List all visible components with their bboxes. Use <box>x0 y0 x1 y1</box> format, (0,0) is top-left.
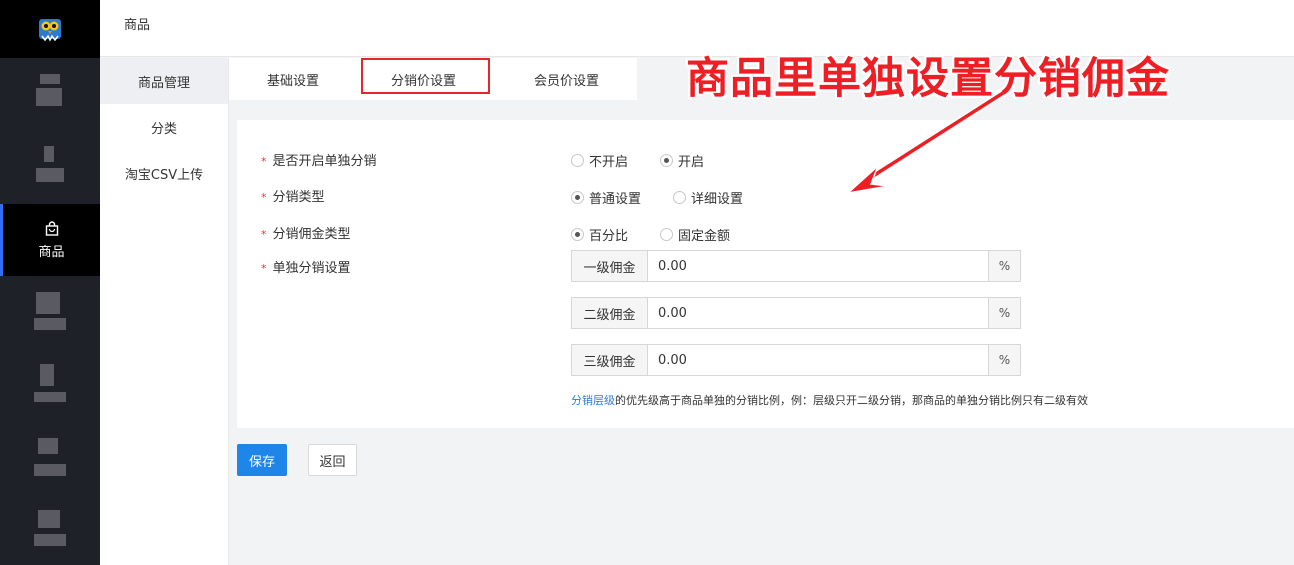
form-panel: * 是否开启单独分销 不开启 开启 * 分销类型 普通设置 详细设置 * 分销佣金类型… <box>237 120 1294 428</box>
subnav-item-taobao-csv[interactable]: 淘宝CSV上传 <box>100 150 228 196</box>
distribution-level-link[interactable]: 分销层级 <box>571 394 615 407</box>
annotation-callout: 商品里单独设置分销佣金 <box>686 54 1170 104</box>
radio-fixed[interactable]: 固定金额 <box>660 225 730 244</box>
sidebar-item-blurred-5[interactable] <box>0 424 100 494</box>
required-mark: * <box>261 262 267 275</box>
radio-circle-checked <box>660 154 674 167</box>
radio-group-commission-type: 百分比 固定金额 <box>571 225 762 244</box>
label-commission-type: * 分销佣金类型 <box>261 223 351 242</box>
sidebar-item-blurred-3[interactable] <box>0 280 100 350</box>
sidebar-item-blurred-1[interactable] <box>0 58 100 130</box>
radio-percent-label: 百分比 <box>589 229 629 244</box>
radio-circle <box>571 154 584 167</box>
sub-navigation: 商品管理 分类 淘宝CSV上传 <box>100 58 229 565</box>
tab-basic-settings[interactable]: 基础设置 <box>229 58 358 100</box>
commission-level-3-prefix: 三级佣金 <box>572 345 648 375</box>
percent-suffix: % <box>988 345 1020 375</box>
required-mark: * <box>261 155 267 168</box>
radio-normal-label: 普通设置 <box>589 192 642 207</box>
radio-circle-checked <box>571 228 584 241</box>
percent-suffix: % <box>988 251 1020 281</box>
commission-level-1-prefix: 一级佣金 <box>572 251 648 281</box>
main-sidebar: 商品 <box>0 0 100 565</box>
help-text-body: 的优先级高于商品单独的分销比例，例：层级只开二级分销，那商品的单独分销比例只有二… <box>615 394 1088 407</box>
commission-level-1-value[interactable]: 0.00 <box>648 251 988 281</box>
radio-disable-label: 不开启 <box>589 155 629 170</box>
tab-member-price[interactable]: 会员价设置 <box>496 58 638 100</box>
sidebar-item-blurred-4[interactable] <box>0 352 100 422</box>
percent-suffix: % <box>988 298 1020 328</box>
commission-level-2-prefix: 二级佣金 <box>572 298 648 328</box>
subnav-item-category[interactable]: 分类 <box>100 104 228 150</box>
label-commission-type-text: 分销佣金类型 <box>272 227 351 242</box>
radio-disable[interactable]: 不开启 <box>571 151 628 170</box>
label-enable-text: 是否开启单独分销 <box>272 154 377 169</box>
radio-group-enable: 不开启 开启 <box>571 151 736 170</box>
label-enable: * 是否开启单独分销 <box>261 150 377 169</box>
sidebar-item-blurred-6[interactable] <box>0 496 100 565</box>
required-mark: * <box>261 228 267 241</box>
sidebar-item-blurred-2[interactable] <box>0 132 100 204</box>
radio-percent[interactable]: 百分比 <box>571 225 628 244</box>
radio-circle <box>673 191 687 204</box>
radio-group-type: 普通设置 详细设置 <box>571 188 775 207</box>
radio-fixed-label: 固定金额 <box>678 229 731 244</box>
help-text: 分销层级的优先级高于商品单独的分销比例，例：层级只开二级分销，那商品的单独分销比… <box>571 392 1088 408</box>
commission-level-3-value[interactable]: 0.00 <box>648 345 988 375</box>
back-button[interactable]: 返回 <box>308 444 357 476</box>
radio-circle-checked <box>571 191 584 204</box>
save-button[interactable]: 保存 <box>237 444 287 476</box>
sidebar-item-goods[interactable]: 商品 <box>0 204 100 276</box>
shopping-bag-icon <box>45 220 58 236</box>
breadcrumb: 商品 <box>124 18 151 33</box>
label-single-setting: * 单独分销设置 <box>261 257 351 276</box>
radio-enable[interactable]: 开启 <box>660 151 704 170</box>
app-logo[interactable] <box>0 0 100 58</box>
label-type-text: 分销类型 <box>272 190 325 205</box>
label-type: * 分销类型 <box>261 186 325 205</box>
label-single-setting-text: 单独分销设置 <box>272 261 351 276</box>
required-mark: * <box>261 191 267 204</box>
subnav-item-goods-manage[interactable]: 商品管理 <box>100 58 228 104</box>
radio-detailed-label: 详细设置 <box>691 192 744 207</box>
tab-highlight-box <box>361 58 490 94</box>
radio-circle <box>660 228 674 241</box>
commission-level-1-input[interactable]: 一级佣金 0.00 % <box>571 250 1021 282</box>
radio-detailed[interactable]: 详细设置 <box>673 188 743 207</box>
radio-enable-label: 开启 <box>678 155 705 170</box>
commission-level-2-input[interactable]: 二级佣金 0.00 % <box>571 297 1021 329</box>
commission-level-3-input[interactable]: 三级佣金 0.00 % <box>571 344 1021 376</box>
sidebar-item-goods-label: 商品 <box>38 244 65 260</box>
owl-logo-icon <box>39 19 61 42</box>
commission-level-2-value[interactable]: 0.00 <box>648 298 988 328</box>
radio-normal[interactable]: 普通设置 <box>571 188 641 207</box>
